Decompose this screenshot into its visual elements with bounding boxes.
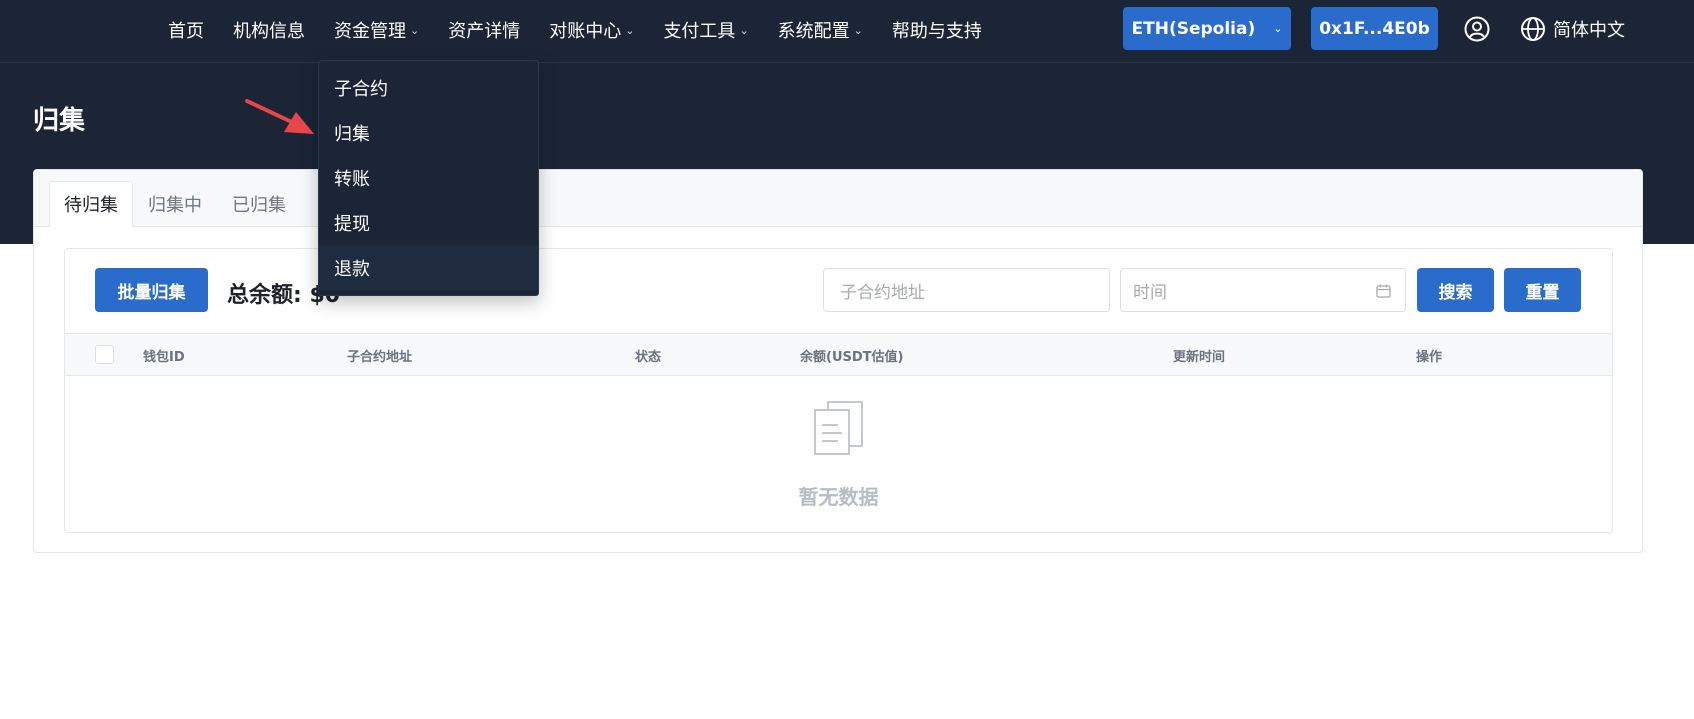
- chevron-down-icon: ⌄: [625, 23, 635, 37]
- table-panel: 批量归集 总余额: $0 子合约地址 时间 搜索 重置 钱包ID 子合约地址 状…: [64, 248, 1613, 533]
- nav-label: 系统配置: [777, 21, 850, 42]
- nav-item-org-info[interactable]: 机构信息: [233, 17, 305, 43]
- nav-label: 资金管理: [334, 21, 406, 42]
- tab-collecting[interactable]: 归集中: [134, 181, 216, 227]
- subcontract-address-input[interactable]: 子合约地址: [823, 268, 1110, 312]
- top-navbar: 首页 机构信息 资金管理 ⌄ 资产详情 对账中心 ⌄ 支付工具 ⌄ 系统配置 ⌄ 帮助与…: [0, 0, 1694, 63]
- column-header-wallet-id: 钱包ID: [143, 350, 185, 365]
- column-header-updated-time: 更新时间: [1173, 350, 1226, 365]
- wallet-address-button[interactable]: 0x1F...4E0b: [1311, 7, 1438, 50]
- nav-item-help[interactable]: 帮助与支持: [892, 17, 982, 43]
- menu-item-subcontract[interactable]: 子合约: [319, 65, 538, 110]
- chevron-down-icon: ⌄: [410, 23, 420, 37]
- network-label: ETH(Sepolia): [1131, 18, 1256, 39]
- main-menu: 首页 机构信息 资金管理 ⌄ 资产详情 对账中心 ⌄ 支付工具 ⌄ 系统配置 ⌄ 帮助与…: [168, 0, 1011, 60]
- address-placeholder: 子合约地址: [840, 282, 925, 303]
- nav-item-reconciliation[interactable]: 对账中心 ⌄: [549, 17, 634, 43]
- select-all-checkbox[interactable]: [95, 345, 114, 364]
- language-label: 简体中文: [1553, 20, 1625, 41]
- network-select-button[interactable]: ETH(Sepolia) ⌄: [1123, 7, 1291, 50]
- page-title: 归集: [33, 106, 86, 136]
- column-header-status: 状态: [635, 350, 662, 365]
- nav-item-system-config[interactable]: 系统配置 ⌄: [778, 17, 863, 43]
- tab-pending-collection[interactable]: 待归集: [49, 181, 133, 227]
- column-header-actions: 操作: [1416, 350, 1443, 365]
- nav-item-fund-management[interactable]: 资金管理 ⌄: [334, 17, 419, 43]
- column-header-balance: 余额(USDT估值): [800, 350, 904, 365]
- empty-data-icon: [814, 401, 863, 455]
- language-switcher[interactable]: 简体中文: [1520, 15, 1625, 43]
- nav-label: 对账中心: [549, 21, 622, 42]
- wallet-label: 0x1F...4E0b: [1319, 18, 1430, 39]
- tab-bar: 待归集 归集中 已归集: [34, 170, 1642, 227]
- globe-icon: [1521, 17, 1545, 41]
- chevron-down-icon: ⌄: [739, 23, 749, 37]
- nav-item-home[interactable]: 首页: [168, 17, 204, 43]
- empty-state-text: 暂无数据: [798, 485, 879, 509]
- time-placeholder: 时间: [1133, 282, 1167, 303]
- search-button[interactable]: 搜索: [1417, 268, 1494, 312]
- chevron-down-icon: ⌄: [1273, 22, 1283, 35]
- nav-item-payment-tools[interactable]: 支付工具 ⌄: [663, 17, 748, 43]
- user-account-icon[interactable]: [1464, 16, 1490, 42]
- menu-item-collection[interactable]: 归集: [319, 110, 538, 155]
- nav-item-asset-details[interactable]: 资产详情: [448, 17, 520, 43]
- batch-collect-button[interactable]: 批量归集: [95, 268, 208, 312]
- calendar-icon: [1376, 284, 1391, 298]
- nav-label: 首页: [168, 21, 204, 42]
- chevron-down-icon: ⌄: [853, 23, 863, 37]
- menu-item-transfer[interactable]: 转账: [319, 155, 538, 200]
- fund-management-dropdown: 子合约 归集 转账 提现 退款: [318, 60, 539, 296]
- nav-label: 资产详情: [448, 21, 521, 42]
- menu-item-refund[interactable]: 退款: [319, 245, 538, 290]
- annotation-arrow-icon: [245, 99, 314, 134]
- column-header-subcontract-address: 子合约地址: [347, 350, 413, 365]
- time-range-picker[interactable]: 时间: [1120, 268, 1406, 312]
- nav-label: 机构信息: [233, 21, 305, 42]
- nav-label: 支付工具: [663, 21, 736, 42]
- tab-collected[interactable]: 已归集: [217, 181, 301, 227]
- menu-item-withdraw[interactable]: 提现: [319, 200, 538, 245]
- nav-label: 帮助与支持: [891, 21, 982, 42]
- collection-card: 待归集 归集中 已归集 批量归集 总余额: $0 子合约地址 时间 搜索 重置 …: [33, 169, 1643, 553]
- table-header: 钱包ID 子合约地址 状态 余额(USDT估值) 更新时间 操作: [65, 333, 1612, 376]
- reset-button[interactable]: 重置: [1504, 268, 1581, 312]
